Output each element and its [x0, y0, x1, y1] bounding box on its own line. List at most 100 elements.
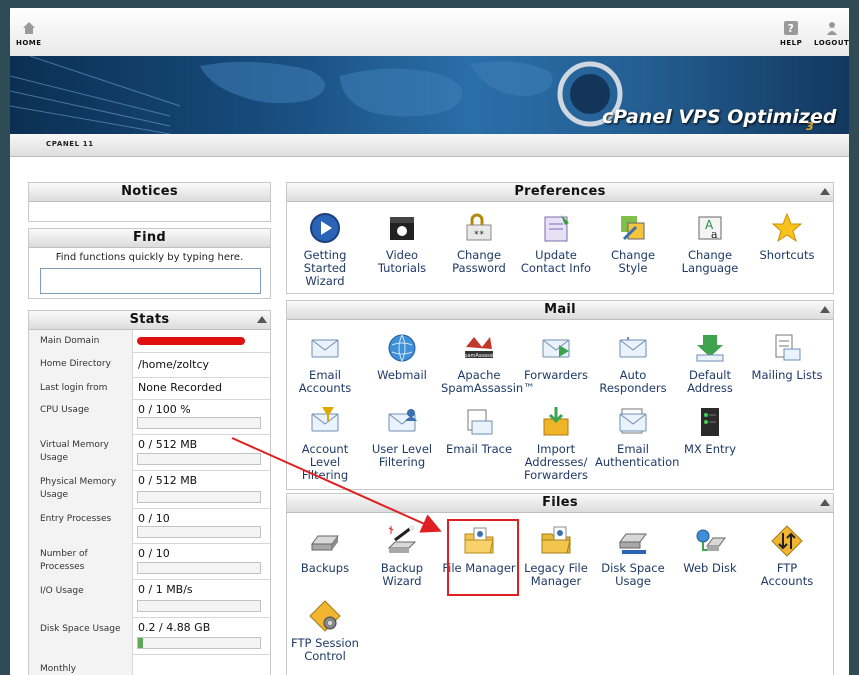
- mail-item-email-accounts[interactable]: Email Accounts: [287, 331, 363, 395]
- find-title: Find: [29, 229, 270, 248]
- files-item-ftp-session-control[interactable]: FTP Session Control: [287, 599, 363, 663]
- usage-progress-bar: [137, 417, 261, 429]
- stats-row-label: CPU Usage: [40, 404, 90, 415]
- contact-card-icon: [544, 215, 569, 242]
- mail-item-mx-entry[interactable]: MX Entry: [672, 405, 748, 456]
- collapse-triangle-icon[interactable]: [820, 306, 830, 313]
- files-item-backup-wizard[interactable]: Backup Wizard: [364, 524, 440, 588]
- mail-item-label: Webmail: [377, 368, 427, 382]
- mail-item-user-level-filtering[interactable]: User Level Filtering: [364, 405, 440, 469]
- svg-text:a: a: [711, 228, 718, 241]
- mail-item-label: Email Authentication: [595, 442, 680, 469]
- stats-row-value: 0 / 512 MB: [138, 474, 198, 487]
- svg-text:?: ?: [788, 22, 795, 35]
- wizard-wand-icon: [387, 525, 417, 553]
- mail-item-forwarders[interactable]: Forwarders: [518, 331, 594, 382]
- cpanel-logo-version: 3: [806, 120, 814, 133]
- redaction-mark: [137, 337, 245, 345]
- files-item-backups[interactable]: Backups: [287, 524, 363, 575]
- ftp-arrows-icon: [771, 525, 803, 557]
- mail-item-email-authentication[interactable]: Email Authentication: [595, 405, 680, 469]
- trace-envelope-icon: [467, 409, 493, 435]
- preferences-item-label: Getting Started Wizard: [303, 248, 347, 288]
- default-address-icon: [696, 335, 724, 362]
- help-label: HELP: [780, 39, 803, 47]
- home-link[interactable]: HOME: [16, 20, 42, 47]
- files-title: Files: [287, 494, 833, 513]
- usage-progress-bar: [137, 637, 261, 649]
- stats-row: Physical Memory Usage 0 / 512 MB: [29, 470, 270, 509]
- stats-row: Home Directory/home/zoltcy: [29, 352, 270, 378]
- mail-item-email-trace[interactable]: Email Trace: [441, 405, 517, 456]
- mail-item-account-level-filtering[interactable]: Account Level Filtering: [287, 405, 363, 482]
- find-input[interactable]: [40, 268, 261, 294]
- stats-row-value: 0.2 / 4.88 GB: [138, 621, 211, 634]
- stats-row-label: Home Directory: [40, 359, 111, 369]
- preferences-item-getting-started-wizard[interactable]: Getting Started Wizard: [287, 211, 363, 288]
- mail-item-webmail[interactable]: Webmail: [364, 331, 440, 382]
- stats-row-value: None Recorded: [138, 381, 222, 394]
- files-item-label: Backups: [300, 561, 350, 575]
- mail-item-auto-responders[interactable]: Auto Responders: [595, 331, 671, 395]
- stats-row: Virtual Memory Usage 0 / 512 MB: [29, 434, 270, 471]
- breadcrumb-label[interactable]: CPANEL 11: [46, 140, 94, 148]
- mail-item-label: MX Entry: [683, 442, 737, 456]
- stats-row-label: Monthly: [40, 663, 77, 674]
- top-navigation-bar: HOME ? HELP LOGOUT: [10, 8, 849, 56]
- notices-title: Notices: [29, 183, 270, 202]
- mail-item-label: Default Address: [687, 368, 733, 395]
- stats-row-label: Entry Processes: [40, 513, 112, 524]
- mail-item-label: User Level Filtering: [371, 442, 433, 469]
- mail-item-label: Auto Responders: [599, 368, 667, 395]
- preferences-item-label: Change Language: [681, 248, 739, 275]
- mail-item-label: Account Level Filtering: [301, 442, 349, 482]
- mail-item-default-address[interactable]: Default Address: [672, 331, 748, 395]
- preferences-item-change-password[interactable]: ** Change Password: [441, 211, 517, 275]
- usage-progress-bar: [137, 526, 261, 538]
- files-item-ftp-accounts[interactable]: FTP Accounts: [749, 524, 825, 588]
- mail-item-label: Email Accounts: [298, 368, 352, 395]
- home-icon: [22, 22, 35, 34]
- collapse-triangle-icon[interactable]: [257, 316, 267, 323]
- stats-row-label: Main Domain: [40, 335, 100, 346]
- style-palette-icon: [621, 216, 645, 241]
- collapse-triangle-icon[interactable]: [820, 499, 830, 506]
- help-link[interactable]: ? HELP: [780, 20, 802, 47]
- find-panel: Find Find functions quickly by typing he…: [28, 228, 271, 299]
- preferences-item-label: Change Password: [452, 248, 506, 275]
- mail-item-label: Email Trace: [445, 442, 513, 456]
- files-item-disk-space-usage[interactable]: Disk Space Usage: [595, 524, 671, 588]
- disk-usage-icon: [619, 533, 647, 554]
- files-item-label: Backup Wizard: [380, 561, 424, 588]
- collapse-triangle-icon[interactable]: [820, 188, 830, 195]
- preferences-item-video-tutorials[interactable]: Video Tutorials: [364, 211, 440, 275]
- files-item-label: Legacy File Manager: [524, 561, 588, 588]
- stats-row-value: /home/zoltcy: [138, 357, 210, 371]
- mail-item-import-addresses-forwarders[interactable]: Import Addresses/ Forwarders: [518, 405, 594, 482]
- preferences-item-shortcuts[interactable]: Shortcuts: [749, 211, 825, 262]
- stats-title: Stats: [29, 311, 270, 330]
- globe-icon: [388, 334, 416, 362]
- play-circle-icon: [310, 213, 340, 243]
- preferences-item-label: Update Contact Info: [520, 248, 592, 275]
- preferences-item-label: Shortcuts: [759, 248, 815, 262]
- preferences-item-change-language[interactable]: Aa Change Language: [672, 211, 748, 275]
- mail-item-apache-spamassassin[interactable]: SpamAssassin Apache SpamAssassin™: [441, 331, 535, 395]
- files-item-web-disk[interactable]: Web Disk: [672, 524, 748, 575]
- stats-row-label: Disk Space Usage: [40, 623, 121, 634]
- password-lock-icon: **: [466, 213, 492, 241]
- mail-item-label: Import Addresses/ Forwarders: [523, 442, 589, 482]
- spamassassin-icon: SpamAssassin: [462, 337, 496, 359]
- preferences-item-update-contact-info[interactable]: Update Contact Info: [518, 211, 594, 275]
- stats-row-label: Physical Memory Usage: [40, 477, 117, 500]
- files-item-label: FTP Session Control: [291, 636, 359, 663]
- envelope-icon: [311, 339, 339, 358]
- stats-row: Monthly: [29, 654, 270, 675]
- logout-link[interactable]: LOGOUT: [814, 20, 849, 47]
- preferences-item-label: Video Tutorials: [377, 248, 427, 275]
- stats-row-value: 0 / 512 MB: [138, 438, 198, 451]
- files-item-legacy-file-manager[interactable]: Legacy File Manager: [518, 524, 594, 588]
- mail-item-mailing-lists[interactable]: Mailing Lists: [749, 331, 825, 382]
- preferences-item-change-style[interactable]: Change Style: [595, 211, 671, 275]
- legacy-folder-icon: [541, 526, 571, 554]
